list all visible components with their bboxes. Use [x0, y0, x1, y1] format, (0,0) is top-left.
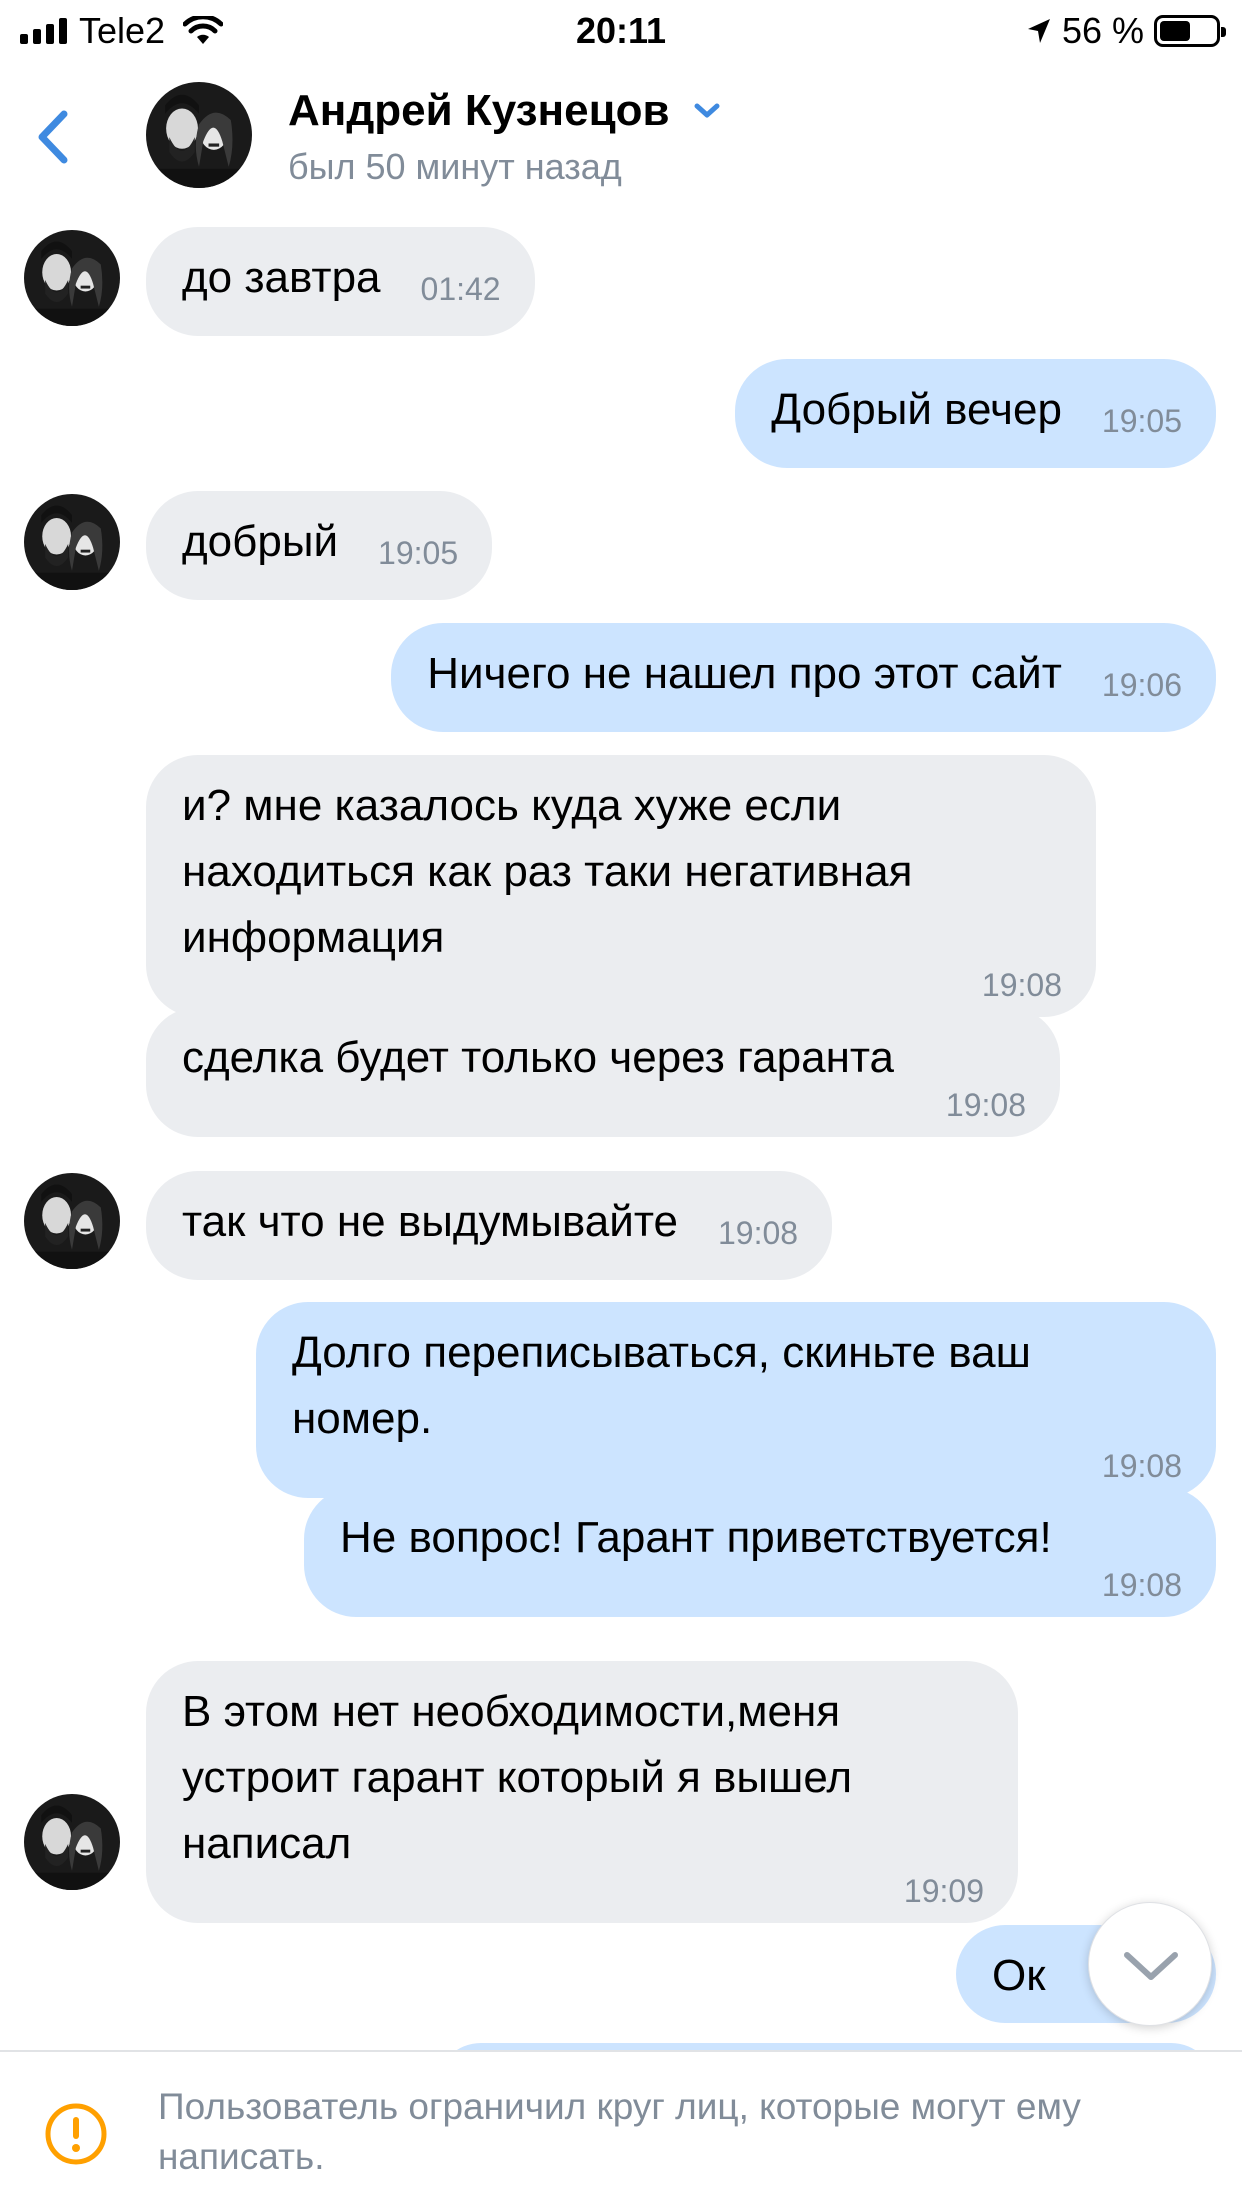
message-list[interactable]: до завтра 01:42 Добрый вечер 19:05 добрый 1…	[0, 210, 1242, 2050]
notice-text: Пользователь ограничил круг лиц, которые…	[158, 2086, 1081, 2177]
message-text: так что не выдумывайте	[182, 1197, 678, 1246]
sender-avatar[interactable]	[24, 1794, 120, 1890]
message-time: 19:08	[1101, 1567, 1182, 1603]
message-time: 19:08	[945, 1087, 1026, 1123]
status-bar: Tele2 20:11 56 %	[0, 0, 1242, 62]
scroll-down-button[interactable]	[1088, 1902, 1212, 2026]
status-right: 56 %	[1026, 10, 1226, 52]
warning-icon	[45, 2103, 107, 2165]
message-text: Долго переписываться, скиньте ваш номер.	[292, 1328, 1044, 1443]
message-text: Ок	[992, 1951, 1046, 2000]
message-time: 19:08	[718, 1215, 799, 1251]
message-time: 01:42	[420, 271, 501, 307]
message-bubble-incoming[interactable]: добрый 19:05	[146, 491, 493, 600]
message-time: 19:05	[1101, 403, 1182, 439]
message-bubble-outgoing[interactable]: Не вопрос! Гарант приветствуется! 19:08	[304, 1487, 1216, 1617]
sender-avatar[interactable]	[24, 230, 120, 326]
message-bubble-incoming[interactable]: и? мне казалось куда хуже если находитьс…	[146, 755, 1096, 1017]
message-bubble-outgoing-partial[interactable]	[436, 2043, 1216, 2050]
message-text: Добрый вечер	[771, 385, 1062, 434]
dropdown-chevron-icon	[694, 103, 720, 118]
last-seen: был 50 минут назад	[288, 146, 622, 187]
message-bubble-incoming[interactable]: сделка будет только через гаранта 19:08	[146, 1007, 1060, 1137]
message-bubble-incoming[interactable]: В этом нет необходимости,меня устроит га…	[146, 1661, 1018, 1923]
message-text: до завтра	[182, 253, 381, 302]
message-bubble-incoming[interactable]: до завтра 01:42	[146, 227, 535, 336]
back-button[interactable]	[24, 102, 84, 172]
battery-icon	[1154, 15, 1226, 47]
message-bubble-incoming[interactable]: так что не выдумывайте 19:08	[146, 1171, 833, 1280]
message-time: 19:08	[981, 967, 1062, 1003]
message-text: сделка будет только через гаранта	[182, 1033, 894, 1082]
sender-avatar[interactable]	[24, 1173, 120, 1269]
message-text: и? мне казалось куда хуже если находитьс…	[182, 781, 925, 962]
message-bubble-outgoing[interactable]: Добрый вечер 19:05	[735, 359, 1216, 468]
message-text: Не вопрос! Гарант приветствуется!	[340, 1513, 1052, 1562]
message-time: 19:09	[903, 1873, 984, 1909]
message-bubble-outgoing[interactable]: Ничего не нашел про этот сайт 19:06	[391, 623, 1216, 732]
message-time: 19:08	[1101, 1448, 1182, 1484]
message-time: 19:06	[1101, 667, 1182, 703]
scroll-down-icon	[1124, 1952, 1178, 1980]
location-arrow-icon	[1027, 19, 1050, 43]
message-text: В этом нет необходимости,меня устроит га…	[182, 1687, 865, 1868]
message-text: Ничего не нашел про этот сайт	[427, 649, 1062, 698]
contact-avatar[interactable]	[146, 82, 252, 188]
back-chevron-icon	[38, 110, 68, 164]
contact-name: Андрей Кузнецов	[288, 86, 670, 135]
chat-header: Андрей Кузнецов был 50 минут назад	[0, 62, 1242, 210]
battery-percent: 56 %	[1061, 10, 1144, 51]
message-text: добрый	[182, 517, 339, 566]
sender-avatar[interactable]	[24, 494, 120, 590]
restriction-notice: Пользователь ограничил круг лиц, которые…	[0, 2050, 1242, 2208]
message-bubble-outgoing[interactable]: Долго переписываться, скиньте ваш номер.…	[256, 1302, 1216, 1498]
title-block[interactable]: Андрей Кузнецов был 50 минут назад	[288, 86, 722, 188]
message-time: 19:05	[378, 535, 459, 571]
